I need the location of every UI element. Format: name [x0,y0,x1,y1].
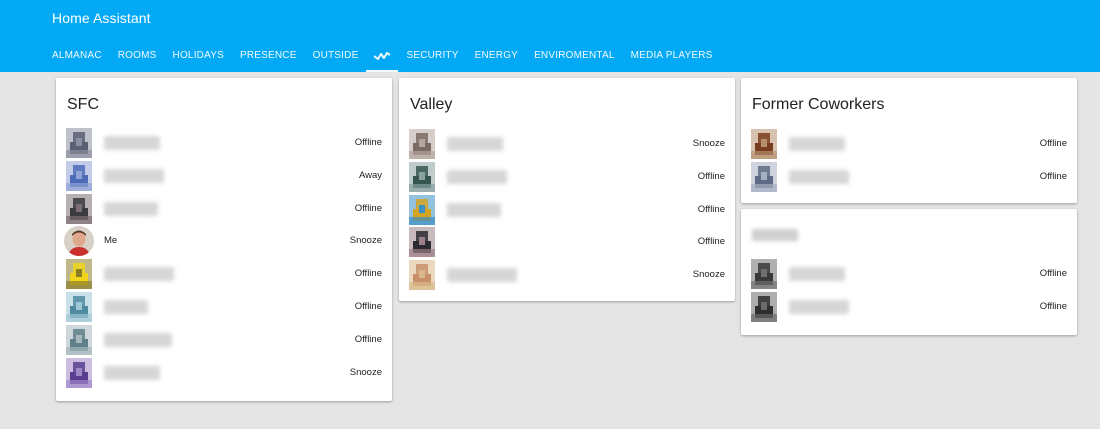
person-row[interactable]: Offline [749,292,1067,322]
presence-status: Offline [697,236,725,248]
presence-status: Offline [697,203,725,215]
tab-wave[interactable] [366,40,399,72]
avatar [409,161,435,192]
tab-outside[interactable]: OUTSIDE [305,40,367,72]
person-name [789,169,849,184]
person-row[interactable]: Offline [407,227,725,258]
wave-icon [373,40,392,72]
card-title: SFC [67,96,99,113]
presence-status: Offline [1039,170,1067,182]
avatar [751,129,777,159]
presence-status: Offline [354,268,382,280]
avatar [66,259,92,290]
presence-status: Offline [354,333,382,345]
app-title: Home Assistant [52,10,151,26]
presence-status: Offline [1039,301,1067,312]
presence-status: Snooze [692,269,725,281]
presence-status: Offline [1039,138,1067,149]
person-name [104,365,160,380]
avatar [409,194,435,225]
card-former-coworkers: Former Coworkers Offline Offline [741,78,1077,203]
tab-media-players[interactable]: MEDIA PLAYERS [623,40,721,72]
person-row[interactable]: Snooze [407,260,725,291]
tab-enviromental[interactable]: ENVIROMENTAL [526,40,623,72]
presence-status: Away [358,169,382,181]
avatar [751,259,777,289]
card-sfc: SFC Offline Away Offline Me Snooze Offline Off… [56,78,392,401]
person-name [104,267,174,282]
person-row[interactable]: Away [64,160,382,191]
person-name [104,136,160,150]
tab-bar: ALMANAC ROOMS HOLIDAYS PRESENCE OUTSIDE … [44,40,721,72]
person-name [447,268,517,283]
avatar [66,324,92,355]
person-row[interactable]: Offline [64,193,382,224]
avatar [66,292,92,322]
presence-status: Offline [1039,268,1067,279]
person-row[interactable]: Offline [749,161,1067,192]
person-row[interactable]: Offline [64,259,382,290]
avatar [66,128,92,158]
avatar [409,129,435,159]
person-row[interactable]: Offline [407,161,725,192]
presence-status: Offline [354,137,382,148]
person-name [789,300,849,314]
presence-status: Offline [354,301,382,312]
person-name [789,267,845,281]
card-unnamed: Offline Offline [741,209,1077,335]
person-row[interactable]: Snooze [64,357,382,388]
person-name [789,137,845,151]
avatar [66,160,92,191]
person-row[interactable]: Offline [64,292,382,322]
tab-security[interactable]: SECURITY [398,40,466,72]
avatar [409,260,435,291]
card-title: Former Coworkers [752,96,885,113]
person-name: Me [104,235,118,247]
presence-status: Offline [697,170,725,182]
tab-holidays[interactable]: HOLIDAYS [165,40,232,72]
person-name [447,169,507,184]
card-valley: Valley Snooze Offline Offline Offline Snooze [399,78,735,301]
person-row[interactable]: Snooze [407,129,725,159]
avatar [66,357,92,388]
avatar [66,193,92,224]
presence-status: Snooze [692,138,725,149]
person-row[interactable]: Offline [407,194,725,225]
tab-energy[interactable]: ENERGY [467,40,526,72]
person-row[interactable]: Me Snooze [64,226,382,257]
person-row[interactable]: Offline [749,259,1067,289]
person-name [104,300,148,314]
person-name [447,137,503,151]
person-row[interactable]: Offline [64,128,382,158]
tab-presence[interactable]: PRESENCE [232,40,305,72]
card-title: Valley [410,96,453,113]
tab-almanac[interactable]: ALMANAC [44,40,110,72]
presence-status: Snooze [349,235,382,247]
person-row[interactable]: Offline [64,324,382,355]
card-title-redacted [752,229,798,241]
avatar [751,161,777,192]
person-name [104,332,172,347]
person-name [104,201,158,216]
app-header: Home Assistant ALMANAC ROOMS HOLIDAYS PR… [0,0,1100,72]
presence-status: Offline [354,202,382,214]
person-name [104,168,164,183]
avatar [64,226,94,257]
person-name [447,202,501,217]
person-row[interactable]: Offline [749,129,1067,159]
avatar [751,292,777,322]
tab-rooms[interactable]: ROOMS [110,40,165,72]
presence-status: Snooze [349,366,382,378]
avatar [409,227,435,258]
